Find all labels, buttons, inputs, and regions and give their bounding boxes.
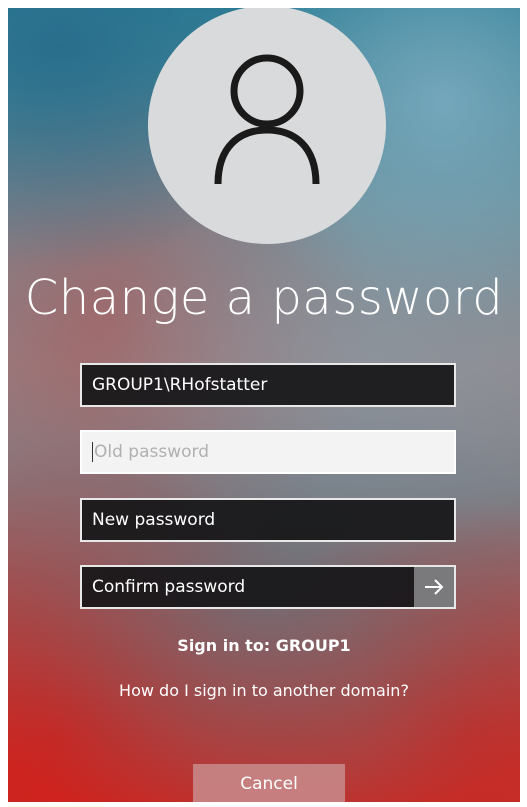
other-domain-link[interactable]: How do I sign in to another domain?: [8, 681, 520, 700]
lock-screen: Change a password GROUP1\RHofstatter Old…: [8, 8, 520, 802]
old-password-field[interactable]: Old password: [80, 430, 456, 474]
old-password-placeholder: Old password: [94, 442, 210, 462]
username-field[interactable]: GROUP1\RHofstatter: [80, 363, 456, 407]
username-value: GROUP1\RHofstatter: [92, 375, 268, 395]
cancel-label: Cancel: [240, 774, 298, 794]
user-icon: [214, 54, 320, 185]
arrow-right-icon: [425, 579, 444, 595]
new-password-field[interactable]: New password: [80, 498, 456, 542]
confirm-password-field[interactable]: Confirm password: [80, 565, 456, 609]
new-password-placeholder: New password: [92, 510, 216, 530]
sign-in-to-label: Sign in to: GROUP1: [177, 636, 351, 655]
text-caret: [92, 442, 93, 462]
cancel-button[interactable]: Cancel: [193, 764, 345, 802]
page-title: Change a password: [24, 270, 504, 326]
confirm-password-placeholder: Confirm password: [92, 577, 246, 597]
user-avatar: [148, 8, 386, 244]
submit-button[interactable]: [414, 567, 454, 607]
